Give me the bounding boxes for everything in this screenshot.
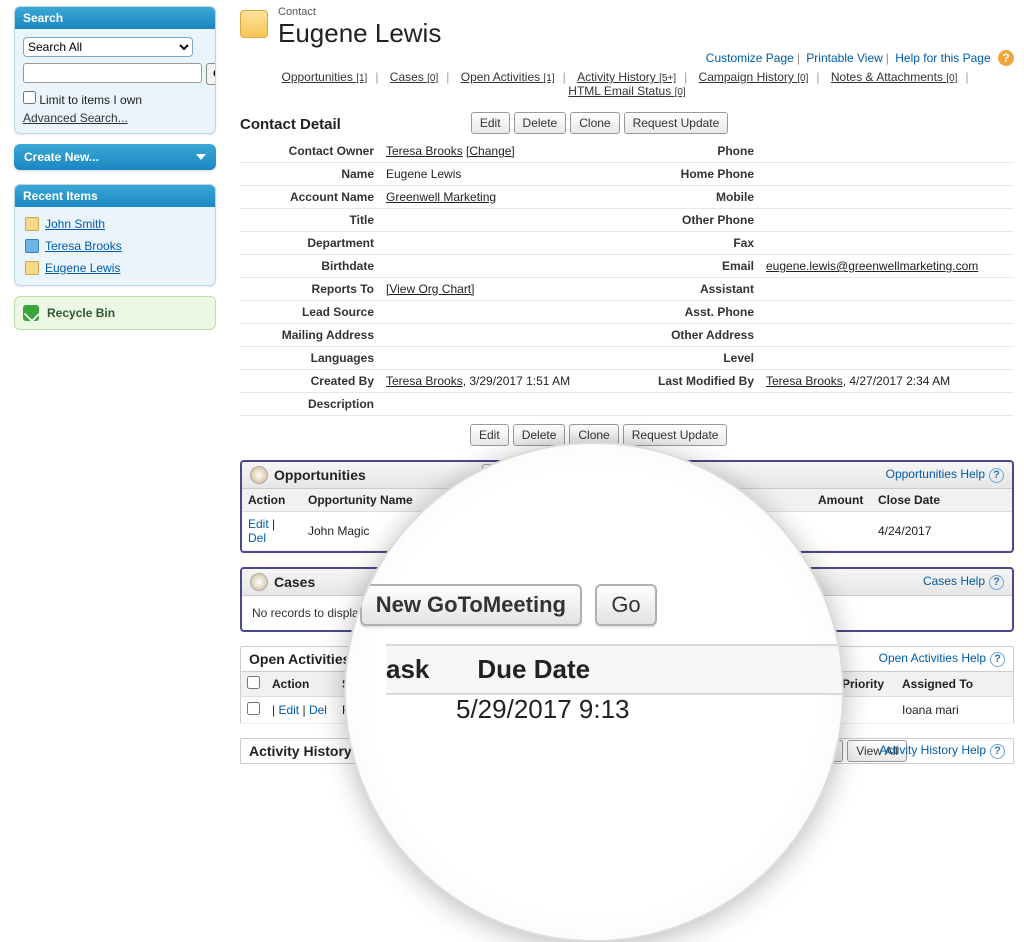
object-label: Contact — [278, 6, 441, 18]
edit-button[interactable]: Edit — [471, 112, 510, 134]
create-new-menu[interactable]: Create New... — [14, 144, 216, 170]
recycle-icon — [23, 305, 39, 321]
edit-link[interactable]: Edit — [278, 703, 299, 717]
chevron-down-icon — [196, 154, 206, 160]
related-list-strip: Opportunities [1]| Cases [0]| Open Activ… — [240, 70, 1014, 98]
search-panel: Search Search All Go! Limit to items I o… — [14, 6, 216, 134]
recent-item[interactable]: Teresa Brooks — [19, 235, 211, 257]
org-chart-link[interactable]: [View Org Chart] — [386, 282, 474, 296]
clone-button[interactable]: Clone — [570, 112, 619, 134]
edit-link[interactable]: Edit — [248, 517, 269, 531]
recent-items-panel: Recent Items John Smith Teresa Brooks Eu… — [14, 184, 216, 286]
help-link[interactable]: Help for this Page — [895, 51, 990, 65]
search-scope-select[interactable]: Search All — [23, 37, 193, 57]
edit-button[interactable]: Edit — [470, 424, 509, 446]
user-icon — [25, 239, 39, 253]
cases-help-link[interactable]: Cases Help — [923, 574, 985, 588]
contact-icon — [25, 261, 39, 275]
strip-open-activities[interactable]: Open Activities [1] — [461, 70, 555, 84]
zoom-btn-partial-right[interactable]: Go — [595, 584, 656, 626]
recent-item[interactable]: John Smith — [19, 213, 211, 235]
sidebar: Search Search All Go! Limit to items I o… — [14, 6, 216, 330]
case-icon — [250, 573, 268, 591]
limit-label: Limit to items I own — [39, 93, 142, 107]
page-header: Contact Eugene Lewis — [240, 6, 441, 49]
recent-header: Recent Items — [15, 185, 215, 207]
contact-icon — [25, 217, 39, 231]
row-checkbox[interactable] — [247, 702, 260, 715]
recycle-bin[interactable]: Recycle Bin — [14, 296, 216, 330]
search-input[interactable] — [23, 63, 202, 83]
customize-link[interactable]: Customize Page — [706, 51, 794, 65]
help-icon[interactable]: ? — [989, 575, 1004, 590]
strip-campaign-history[interactable]: Campaign History [0] — [699, 70, 809, 84]
strip-html-email[interactable]: HTML Email Status [0] — [568, 84, 685, 98]
search-header: Search — [15, 7, 215, 29]
del-link[interactable]: Del — [309, 703, 327, 717]
help-icon[interactable]: ? — [989, 468, 1004, 483]
strip-notes[interactable]: Notes & Attachments [0] — [831, 70, 958, 84]
contact-name: Eugene Lewis — [278, 18, 441, 49]
request-update-button[interactable]: Request Update — [624, 112, 729, 134]
email-link[interactable]: eugene.lewis@greenwellmarketing.com — [766, 259, 978, 273]
activities-help-link[interactable]: Open Activities Help — [879, 651, 986, 665]
detail-title: Contact Detail — [240, 116, 341, 133]
delete-button[interactable]: Delete — [513, 424, 566, 446]
help-icon[interactable]: ? — [990, 652, 1005, 667]
recent-item[interactable]: Eugene Lewis — [19, 257, 211, 279]
select-all-checkbox[interactable] — [247, 676, 260, 689]
zoom-due-value: 5/29/2017 9:13 — [456, 694, 630, 725]
page-action-links: Customize Page| Printable View| Help for… — [706, 50, 1014, 66]
zoom-col-task: ask — [386, 654, 429, 685]
new-gotomeeting-button[interactable]: New GoToMeeting — [360, 584, 582, 626]
del-link[interactable]: Del — [248, 531, 266, 545]
limit-checkbox[interactable] — [23, 91, 36, 104]
change-owner-link[interactable]: [Change] — [466, 144, 515, 158]
advanced-search-link[interactable]: Advanced Search... — [23, 111, 128, 125]
delete-button[interactable]: Delete — [514, 112, 567, 134]
strip-activity-history[interactable]: Activity History [5+] — [577, 70, 676, 84]
strip-opportunities[interactable]: Opportunities [1] — [281, 70, 367, 84]
zoom-callout: nt New GoToMeeting Go ask Due Date 5/29/… — [344, 442, 844, 942]
contact-icon — [240, 10, 268, 38]
assigned-link[interactable]: Ioana mari — [902, 703, 959, 717]
opp-help-link[interactable]: Opportunities Help — [886, 467, 985, 481]
owner-link[interactable]: Teresa Brooks — [386, 144, 463, 158]
printable-link[interactable]: Printable View — [806, 51, 883, 65]
request-update-button[interactable]: Request Update — [623, 424, 728, 446]
account-link[interactable]: Greenwell Marketing — [386, 190, 496, 204]
strip-cases[interactable]: Cases [0] — [390, 70, 438, 84]
help-icon[interactable]: ? — [998, 50, 1014, 66]
search-go-button[interactable]: Go! — [206, 63, 216, 85]
contact-detail-table: Contact OwnerTeresa Brooks [Change]Phone… — [240, 140, 1014, 416]
help-icon[interactable]: ? — [990, 744, 1005, 759]
opportunity-icon — [250, 466, 268, 484]
history-help-link[interactable]: Activity History Help — [879, 743, 986, 757]
zoom-col-duedate: Due Date — [477, 654, 590, 685]
